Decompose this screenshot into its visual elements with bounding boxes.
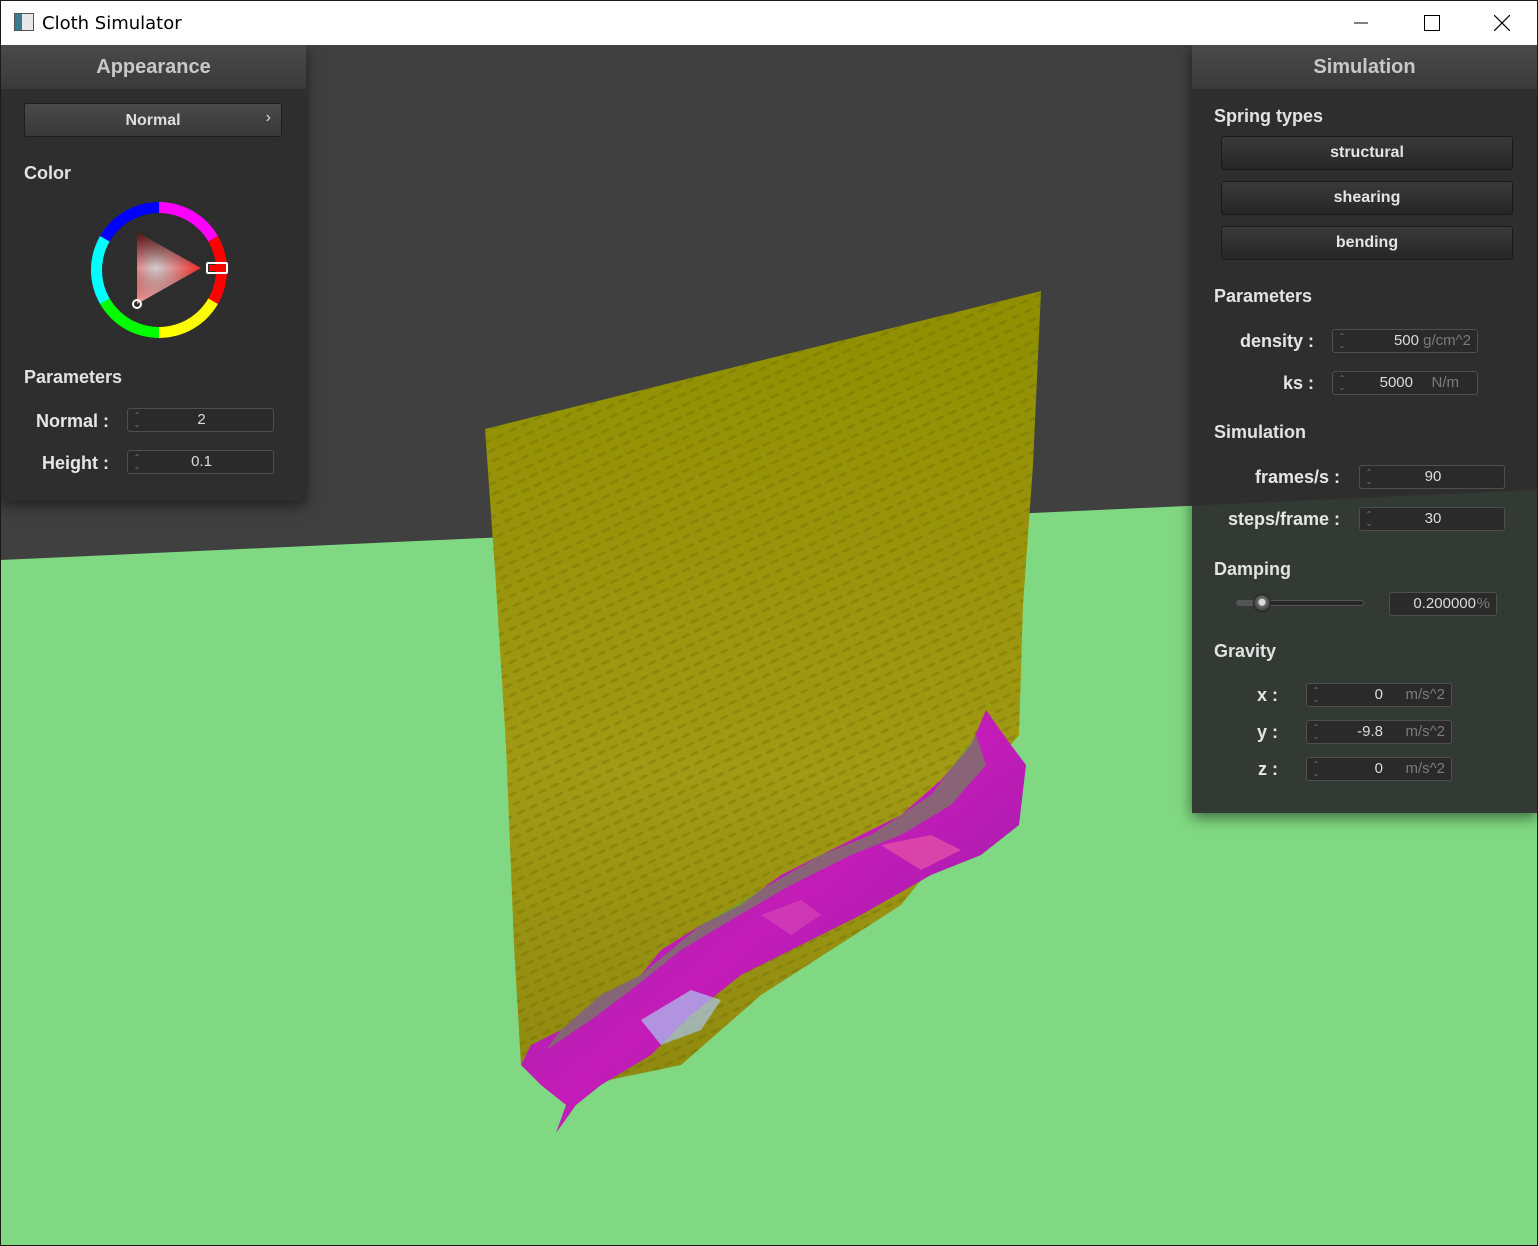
appearance-params-title: Parameters xyxy=(24,367,123,387)
ks-input[interactable]: ⌃ ⌄ 5000 N/m xyxy=(1332,371,1478,395)
shader-select-value: Normal xyxy=(125,112,181,129)
appearance-header: Appearance xyxy=(1,45,306,89)
steps-label: steps/frame : xyxy=(1227,509,1340,529)
density-input[interactable]: ⌃ ⌄ 500 g/cm^2 xyxy=(1332,329,1478,353)
steps-input[interactable]: ⌃ ⌄ 30 xyxy=(1359,507,1505,531)
app-icon xyxy=(14,13,34,31)
gravity-z-label: z : xyxy=(1258,759,1278,779)
simulation-header: Simulation xyxy=(1192,45,1537,89)
maximize-icon xyxy=(1424,15,1440,31)
gravity-x-input[interactable]: ⌃ ⌄ 0 m/s^2 xyxy=(1306,683,1452,707)
spinner-icon[interactable]: ⌃ ⌄ xyxy=(1310,686,1322,704)
spinner-icon[interactable]: ⌃ ⌄ xyxy=(1310,723,1322,741)
close-icon xyxy=(1494,15,1510,31)
fps-input[interactable]: ⌃ ⌄ 90 xyxy=(1359,465,1505,489)
sim-settings-title: Simulation xyxy=(1214,422,1307,442)
color-wheel[interactable] xyxy=(89,200,229,340)
gravity-x-label: x : xyxy=(1256,685,1278,705)
damping-slider[interactable] xyxy=(1236,594,1364,612)
appearance-panel: Appearance Normal › Color Parameters Nor… xyxy=(1,45,306,501)
gravity-y-input[interactable]: ⌃ ⌄ -9.8 m/s^2 xyxy=(1306,720,1452,744)
render-viewport[interactable]: Appearance Normal › Color Parameters Nor… xyxy=(1,45,1537,1245)
fps-label: frames/s : xyxy=(1254,467,1340,487)
shearing-button[interactable]: shearing xyxy=(1221,181,1513,215)
ks-label: ks : xyxy=(1282,373,1314,393)
damping-label: Damping xyxy=(1214,559,1292,579)
minimize-button[interactable] xyxy=(1326,1,1396,45)
minimize-icon xyxy=(1354,22,1368,24)
title-bar: Cloth Simulator xyxy=(1,1,1537,45)
bending-button[interactable]: bending xyxy=(1221,226,1513,260)
damping-input[interactable]: 0.200000 % xyxy=(1389,592,1497,616)
app-window: Cloth Simulator Appearance Normal › Colo… xyxy=(0,0,1538,1246)
maximize-button[interactable] xyxy=(1397,1,1467,45)
damping-slider-knob[interactable] xyxy=(1253,594,1272,612)
structural-button[interactable]: structural xyxy=(1221,136,1513,170)
close-button[interactable] xyxy=(1467,1,1537,45)
gravity-z-input[interactable]: ⌃ ⌄ 0 m/s^2 xyxy=(1306,757,1452,781)
sim-params-title: Parameters xyxy=(1214,286,1313,306)
density-label: density : xyxy=(1239,331,1314,351)
spinner-icon[interactable]: ⌃ ⌄ xyxy=(1310,760,1322,778)
spinner-icon[interactable]: ⌃ ⌄ xyxy=(1336,374,1348,392)
gravity-label: Gravity xyxy=(1214,641,1277,661)
color-label: Color xyxy=(24,163,71,183)
normal-label: Normal : xyxy=(35,411,109,431)
window-title: Cloth Simulator xyxy=(42,13,182,34)
normal-input[interactable]: ⌃ ⌄ 2 xyxy=(127,408,274,432)
chevron-right-icon: › xyxy=(265,109,271,126)
height-label: Height : xyxy=(42,453,109,473)
shader-select[interactable]: Normal › xyxy=(24,103,282,137)
gravity-y-label: y : xyxy=(1256,722,1278,742)
spring-types-label: Spring types xyxy=(1214,106,1324,126)
height-input[interactable]: ⌃ ⌄ 0.1 xyxy=(127,450,274,474)
simulation-panel: Simulation Spring types structural shear… xyxy=(1192,45,1537,813)
spinner-icon[interactable]: ⌃ ⌄ xyxy=(1336,332,1348,350)
